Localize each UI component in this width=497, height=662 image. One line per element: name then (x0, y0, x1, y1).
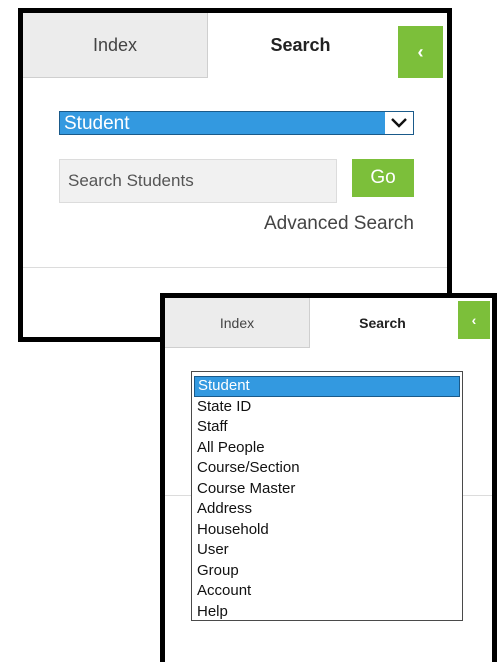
chevron-left-icon: ‹ (471, 312, 477, 328)
listbox-option-staff[interactable]: Staff (194, 417, 460, 438)
listbox-option-group[interactable]: Group (194, 561, 460, 582)
tab-index[interactable]: Index (165, 298, 310, 348)
search-panel-collapsed: Index Search ‹ Student Go Advanced Searc… (18, 8, 452, 342)
collapse-panel-button[interactable]: ‹ (398, 26, 443, 78)
listbox-option-course-section[interactable]: Course/Section (194, 458, 460, 479)
tab-search[interactable]: Search (208, 13, 393, 78)
tab-index[interactable]: Index (23, 13, 208, 78)
chevron-down-icon (385, 112, 413, 134)
search-type-value: Student (64, 113, 130, 134)
search-type-listbox[interactable]: Student State ID Staff All People Course… (191, 371, 463, 621)
advanced-search-link[interactable]: Advanced Search (264, 213, 414, 235)
listbox-option-user[interactable]: User (194, 540, 460, 561)
search-panel-expanded: Index Search ‹ Student State ID Staff Al… (160, 293, 497, 662)
collapse-panel-button[interactable]: ‹ (458, 301, 490, 339)
search-input[interactable] (59, 159, 337, 203)
listbox-option-account[interactable]: Account (194, 581, 460, 602)
search-type-select[interactable]: Student (59, 111, 414, 135)
divider (23, 267, 447, 268)
listbox-option-student[interactable]: Student (194, 376, 460, 397)
listbox-option-help[interactable]: Help (194, 602, 460, 623)
listbox-option-all-people[interactable]: All People (194, 438, 460, 459)
listbox-option-household[interactable]: Household (194, 520, 460, 541)
listbox-option-course-master[interactable]: Course Master (194, 479, 460, 500)
listbox-option-state-id[interactable]: State ID (194, 397, 460, 418)
tab-search[interactable]: Search (310, 298, 455, 348)
tab-bar: Index Search ‹ (23, 13, 447, 78)
go-button[interactable]: Go (352, 159, 414, 197)
chevron-left-icon: ‹ (417, 41, 424, 62)
listbox-option-address[interactable]: Address (194, 499, 460, 520)
